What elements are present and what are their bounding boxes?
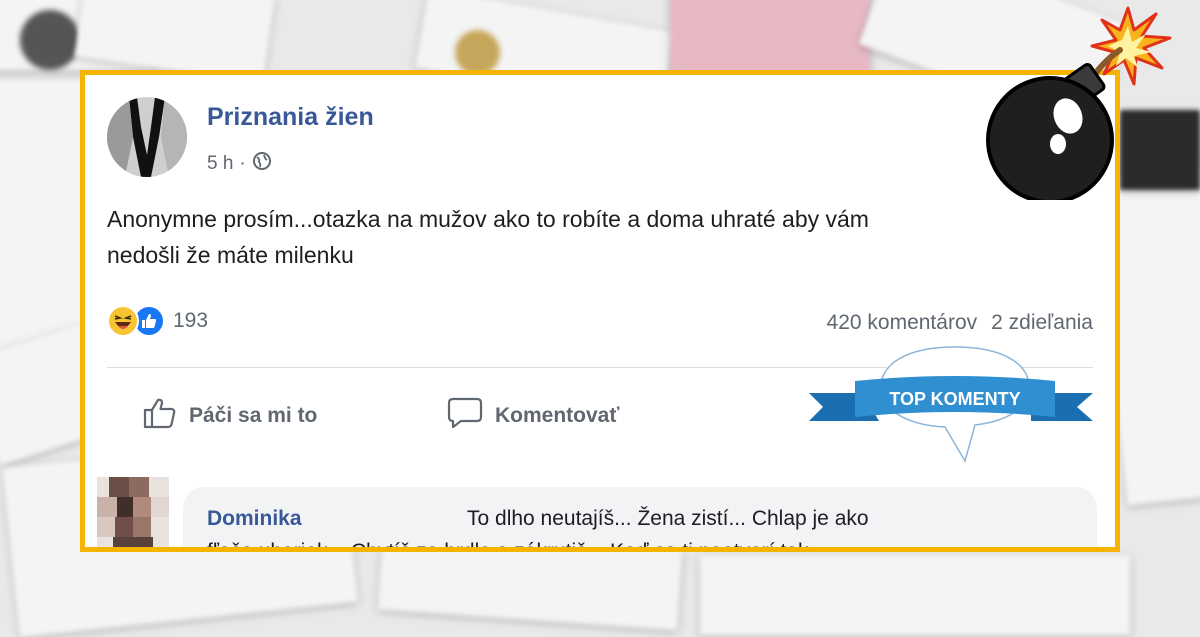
comment-button-label: Komentovať <box>495 404 620 427</box>
haha-reaction-icon <box>107 305 139 337</box>
post-stats: 420 komentárov 2 zdieľania <box>827 311 1093 335</box>
like-button[interactable]: Páči sa mi to <box>143 397 317 435</box>
post-text: Anonymne prosím...otazka na mužov ako to… <box>107 201 1107 273</box>
comment-button[interactable]: Komentovať <box>447 397 619 435</box>
comment-author[interactable]: Dominika <box>207 507 302 531</box>
post-time[interactable]: 5 h <box>207 153 233 175</box>
bomb-icon <box>970 0 1180 205</box>
post-meta: 5 h · <box>207 151 272 177</box>
shares-count-link[interactable]: 2 zdieľania <box>991 311 1093 335</box>
comment-avatar[interactable] <box>97 477 169 547</box>
background-avatar <box>20 10 80 70</box>
post-text-line: nedošli že máte milenku <box>107 242 354 268</box>
top-comments-label: TOP KOMENTY <box>889 389 1020 409</box>
meta-separator: · <box>239 153 246 174</box>
comment-bubble: Dominika To dlho neutajíš... Žena zistí.… <box>183 487 1097 552</box>
comment-icon <box>447 397 483 435</box>
comment-text: To dlho neutajíš... Žena zistí... Chlap … <box>467 507 869 530</box>
globe-icon <box>252 151 272 177</box>
background-card <box>700 555 1130 635</box>
page-avatar[interactable] <box>107 97 187 177</box>
background-photo <box>670 0 870 75</box>
thumbs-up-icon <box>143 397 177 435</box>
page-name[interactable]: Priznania žien <box>207 103 374 132</box>
top-comments-badge: TOP KOMENTY <box>805 343 1095 478</box>
reaction-count: 193 <box>173 309 209 332</box>
background-avatar <box>455 30 500 75</box>
comment-text: fľaša uhoriek... Chytíš za hrdlo a zákru… <box>207 540 809 552</box>
like-button-label: Páči sa mi to <box>189 404 318 427</box>
reactions-summary[interactable]: 193 <box>107 305 208 337</box>
facebook-post: Priznania žien 5 h · Anonymne prosím...o… <box>80 70 1120 552</box>
post-text-line: Anonymne prosím...otazka na mužov ako to… <box>107 206 869 232</box>
comments-count-link[interactable]: 420 komentárov <box>827 311 978 335</box>
